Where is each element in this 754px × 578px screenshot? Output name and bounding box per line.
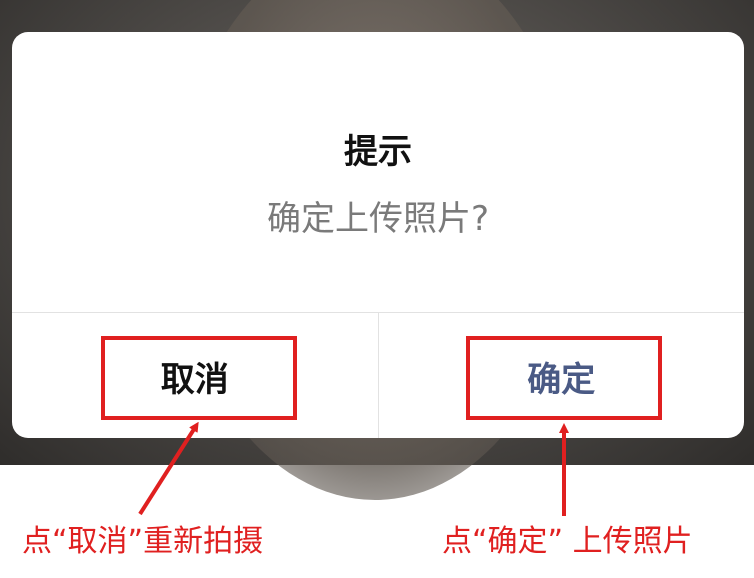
dialog-message: 确定上传照片? (266, 199, 490, 239)
cancel-highlight-box (101, 336, 297, 420)
dialog-title: 提示 (344, 132, 412, 172)
cancel-annotation: 点“取消”重新拍摄 (22, 524, 264, 559)
confirm-highlight-box (466, 336, 662, 420)
confirm-annotation: 点“确定” 上传照片 (442, 524, 693, 559)
